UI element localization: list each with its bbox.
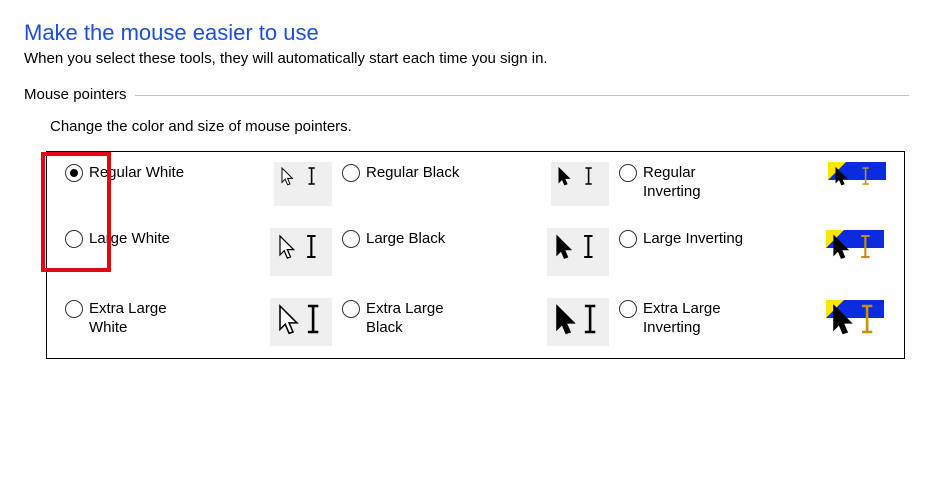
pointer-options-box: Regular White Regular Black Regular Inve… (46, 151, 905, 359)
pointer-option-large-black[interactable]: Large Black (342, 228, 609, 276)
page-subtitle: When you select these tools, they will a… (24, 50, 909, 67)
group-hint: Change the color and size of mouse point… (50, 118, 909, 135)
radio-regular-white[interactable] (65, 164, 83, 182)
page-title: Make the mouse easier to use (24, 20, 909, 46)
cursor-preview-icon (547, 228, 609, 276)
mouse-pointers-group: Mouse pointers Change the color and size… (24, 95, 909, 359)
radio-large-black[interactable] (342, 230, 360, 248)
cursor-preview-icon (270, 298, 332, 346)
pointer-option-regular-invert[interactable]: Regular Inverting (619, 162, 886, 206)
radio-large-invert[interactable] (619, 230, 637, 248)
cursor-preview-icon (824, 228, 886, 276)
pointer-option-regular-white[interactable]: Regular White (65, 162, 332, 206)
radio-regular-black[interactable] (342, 164, 360, 182)
option-label: Extra Large White (89, 298, 199, 337)
radio-xl-invert[interactable] (619, 300, 637, 318)
radio-xl-black[interactable] (342, 300, 360, 318)
pointer-option-xl-black[interactable]: Extra Large Black (342, 298, 609, 346)
cursor-preview-icon (547, 298, 609, 346)
option-label: Large Inverting (643, 228, 743, 248)
option-label: Regular White (89, 162, 184, 182)
group-legend: Mouse pointers (24, 86, 135, 103)
pointer-option-large-invert[interactable]: Large Inverting (619, 228, 886, 276)
cursor-preview-icon (274, 162, 332, 206)
option-label: Extra Large Black (366, 298, 476, 337)
radio-large-white[interactable] (65, 230, 83, 248)
option-label: Regular Inverting (643, 162, 753, 201)
pointer-option-xl-invert[interactable]: Extra Large Inverting (619, 298, 886, 346)
option-label: Extra Large Inverting (643, 298, 753, 337)
cursor-preview-icon (270, 228, 332, 276)
cursor-preview-icon (828, 162, 886, 206)
option-label: Regular Black (366, 162, 459, 182)
pointer-option-xl-white[interactable]: Extra Large White (65, 298, 332, 346)
radio-regular-invert[interactable] (619, 164, 637, 182)
radio-xl-white[interactable] (65, 300, 83, 318)
cursor-preview-icon (824, 298, 886, 346)
option-label: Large Black (366, 228, 445, 248)
pointer-option-large-white[interactable]: Large White (65, 228, 332, 276)
option-label: Large White (89, 228, 170, 248)
pointer-option-regular-black[interactable]: Regular Black (342, 162, 609, 206)
cursor-preview-icon (551, 162, 609, 206)
